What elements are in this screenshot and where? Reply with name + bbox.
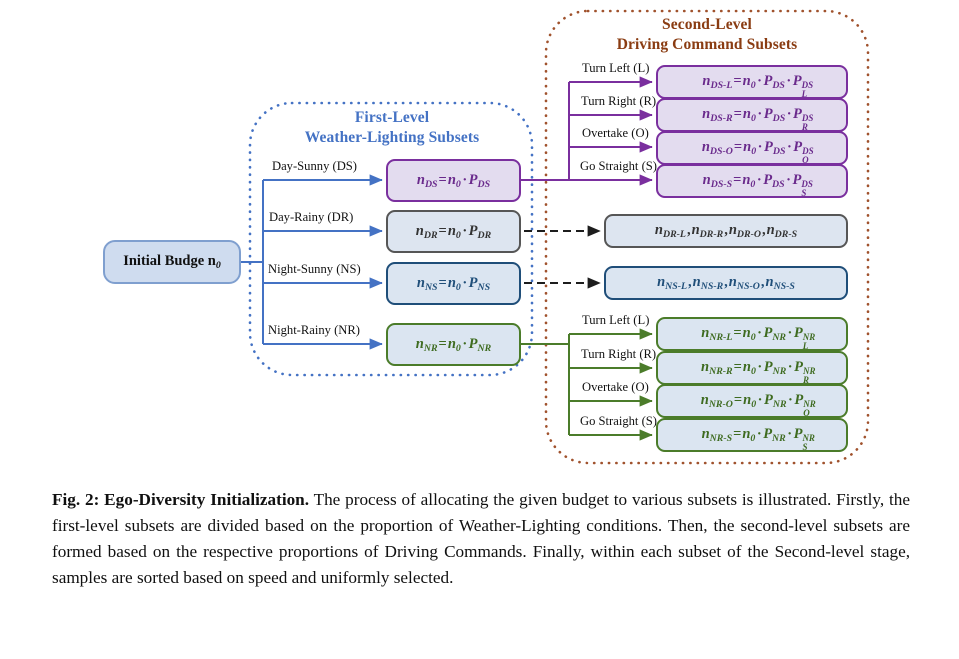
initial-budget-box: Initial Budge n0 [103, 240, 241, 284]
second-level-title-line1: Second-Level [662, 16, 752, 33]
edge-label-day-sunny: Day-Sunny (DS) [272, 159, 358, 173]
second-level-box-ds-l: nDS-L=n0 · PDS · P DS L [656, 65, 848, 99]
ds-r-n-sub: DS-R [710, 112, 733, 124]
second-level-box-ds-o: nDS-O=n0 · PDS · P DS O [656, 131, 848, 165]
edge-label-nr-turn-left: Turn Left (L) [582, 313, 650, 327]
ns-item-1: NS-R [700, 280, 724, 292]
second-level-box-ds-r: nDS-R=n0 · PDS · P DS R [656, 98, 848, 132]
nr-o-p-sub: NR [772, 398, 787, 410]
second-level-box-ns-collapsed: nNS-L,nNS-R,nNS-O,nNS-S [604, 266, 848, 300]
dr-item-2: DR-O [736, 228, 761, 240]
initial-budget-label: Initial Budge n [123, 253, 216, 270]
edge-label-night-sunny: Night-Sunny (NS) [268, 262, 361, 276]
nr-l-p-cmd: L [802, 340, 809, 351]
ds-o-n-sub: DS-O [709, 145, 733, 157]
figure-ego-diversity-initialization: First-Level Weather-Lighting Subsets Sec… [0, 0, 959, 478]
dr-item-1: DR-R [699, 228, 724, 240]
nr-r-n-sub: NR-R [709, 365, 733, 377]
ds-o-p-sub: DS [772, 145, 786, 157]
second-level-box-dr-collapsed: nDR-L,nDR-R,nDR-O,nDR-S [604, 214, 848, 248]
ds-r-p-sub: DS [772, 112, 786, 124]
edge-label-ds-turn-right: Turn Right (R) [581, 94, 657, 108]
second-level-box-nr-l: nNR-L=n0 · PNR · P NR L [656, 317, 848, 351]
second-level-box-nr-s: nNR-S=n0 · PNR · P NR S [656, 418, 848, 452]
ns-item-0: NS-L [665, 280, 688, 292]
ds-s-p-cmd: S [801, 187, 807, 198]
second-level-box-nr-o: nNR-O=n0 · PNR · P NR O [656, 384, 848, 418]
nr-s-p-cmd: S [802, 441, 808, 452]
first-level-title-line1: First-Level [354, 109, 430, 126]
edge-label-night-rainy: Night-Rainy (NR) [268, 323, 360, 337]
second-level-box-ds-s: nDS-S=n0 · PDS · P DS S [656, 164, 848, 198]
edge-label-ds-turn-left: Turn Left (L) [582, 61, 650, 75]
first-level-box-ns: nNS=n0 · PNS [386, 262, 521, 305]
edge-label-nr-go-straight: Go Straight (S) [580, 414, 657, 428]
box-ds-p-sub: DS [477, 178, 491, 190]
nr-s-p-sub: NR [772, 432, 786, 444]
first-level-box-ds: nDS=n0 · PDS [386, 159, 521, 202]
edge-label-nr-turn-right: Turn Right (R) [581, 347, 657, 361]
nr-o-p-cmd: O [803, 407, 810, 418]
dr-item-0: DR-L [662, 228, 686, 240]
nr-r-p-sub: NR [772, 365, 787, 377]
first-level-title: First-Level Weather-Lighting Subsets [258, 108, 526, 148]
second-level-title: Second-Level Driving Command Subsets [548, 15, 866, 55]
ds-l-p-sub: DS [772, 79, 785, 91]
box-nr-p-sub: NR [477, 342, 492, 354]
box-ns-p-sub: NS [477, 281, 491, 293]
nr-s-n-sub: NR-S [709, 432, 733, 444]
nr-l-p-sub: NR [772, 331, 786, 343]
box-nr-n-sub: NR [423, 342, 438, 354]
ns-item-2: NS-O [736, 280, 760, 292]
dr-item-3: DR-S [774, 228, 798, 240]
ns-item-3: NS-S [773, 280, 795, 292]
ds-l-n-sub: DS-L [710, 79, 733, 91]
second-level-title-line2: Driving Command Subsets [616, 35, 798, 53]
initial-budget-sub: 0 [215, 259, 221, 271]
box-ns-n-sub: NS [424, 281, 438, 293]
ds-s-n-sub: DS-S [710, 178, 733, 190]
caption-title: Ego-Diversity Initialization. [104, 490, 310, 509]
first-level-box-dr: nDR=n0 · PDR [386, 210, 521, 253]
edge-label-ds-go-straight: Go Straight (S) [580, 159, 657, 173]
nr-l-n-sub: NR-L [709, 331, 733, 343]
first-level-box-nr: nNR=n0 · PNR [386, 323, 521, 366]
box-dr-p-sub: DR [477, 229, 492, 241]
ds-s-p-sub: DS [772, 178, 785, 190]
first-level-title-line2: Weather-Lighting Subsets [304, 128, 480, 146]
edge-label-day-rainy: Day-Rainy (DR) [269, 210, 354, 224]
box-ds-n-sub: DS [424, 178, 438, 190]
figure-caption: Fig. 2: Ego-Diversity Initialization. Th… [52, 487, 910, 592]
edge-label-nr-overtake: Overtake (O) [582, 380, 649, 394]
edge-label-ds-overtake: Overtake (O) [582, 126, 649, 140]
collapsed-row-connectors [524, 225, 601, 289]
second-level-box-nr-r: nNR-R=n0 · PNR · P NR R [656, 351, 848, 385]
nr-o-n-sub: NR-O [708, 398, 733, 410]
box-dr-n-sub: DR [423, 229, 438, 241]
caption-label: Fig. 2: [52, 490, 100, 509]
